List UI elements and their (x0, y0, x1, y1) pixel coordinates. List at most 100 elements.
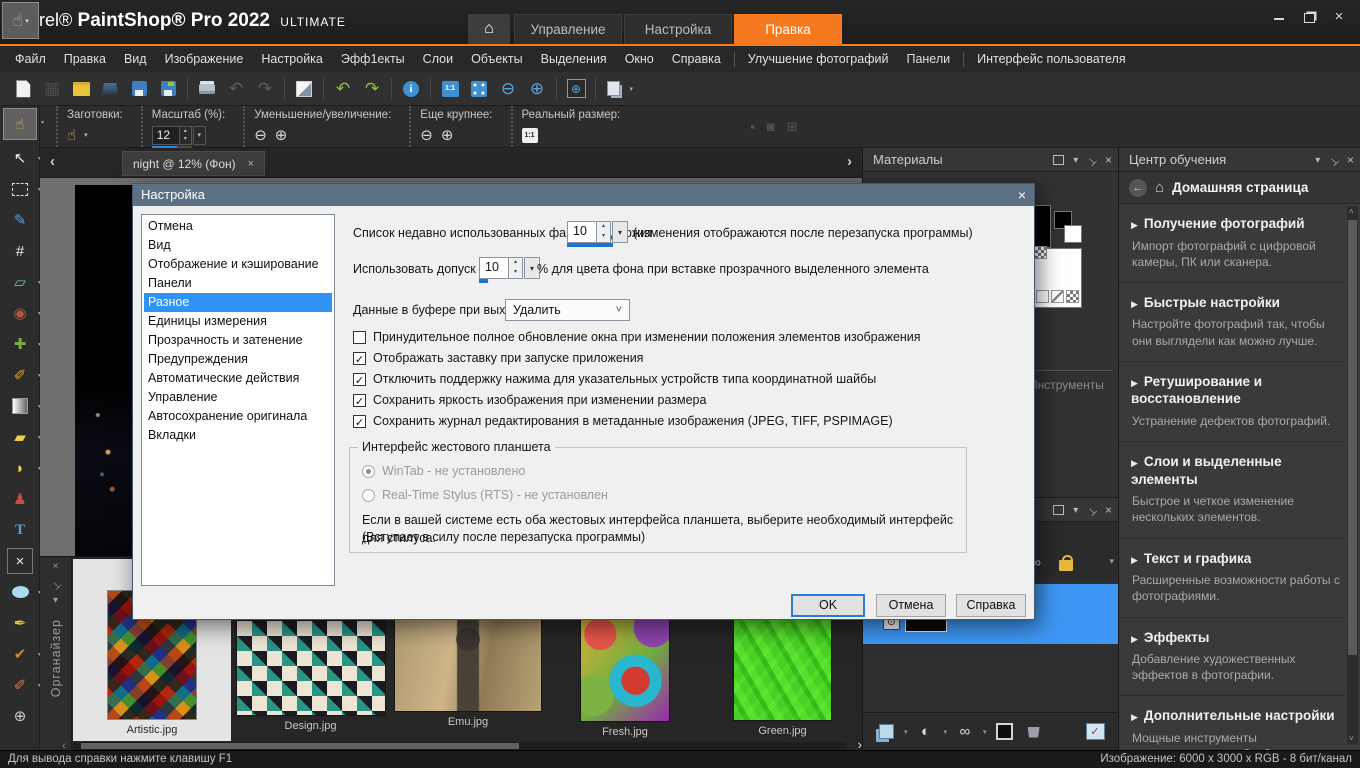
learning-section[interactable]: Ретуширование и восстановление Устранени… (1119, 362, 1346, 442)
checkbox[interactable] (353, 352, 366, 365)
save-button[interactable] (126, 76, 152, 102)
checkbox[interactable] (353, 394, 366, 407)
back-button[interactable] (1129, 179, 1147, 197)
category-item[interactable]: Вкладки (144, 426, 332, 445)
open-file-button[interactable] (68, 76, 94, 102)
category-item[interactable]: Единицы измерения (144, 312, 332, 331)
menu-item[interactable]: Изображение (156, 46, 253, 72)
eraser-tool[interactable]: ▰ (7, 424, 33, 450)
menu-item[interactable]: Настройка (252, 46, 332, 72)
menu-item[interactable]: Слои (414, 46, 462, 72)
tab-scroll-left-icon[interactable] (50, 153, 55, 170)
fit-to-window-button[interactable] (466, 76, 492, 102)
float-panel-icon[interactable] (1053, 505, 1064, 515)
redo-button[interactable]: ↷ (359, 76, 385, 102)
save-as-button[interactable] (155, 76, 181, 102)
menu-item[interactable]: Выделения (532, 46, 616, 72)
checkbox-row[interactable]: Отключить поддержку нажима для указатель… (353, 371, 921, 387)
print-button[interactable] (194, 76, 220, 102)
screenshot-button[interactable]: ▦ (39, 76, 65, 102)
minimize-icon[interactable] (1272, 10, 1286, 24)
callout-tool[interactable] (7, 579, 33, 605)
background-swatch-small[interactable] (1064, 225, 1082, 243)
restore-icon[interactable] (1302, 10, 1316, 24)
zoom-value[interactable]: 12 (152, 126, 180, 145)
makeover-tool[interactable]: ✚ (7, 331, 33, 357)
spinner-value[interactable]: 10 (479, 257, 509, 279)
spinner-value[interactable]: 10 (567, 221, 597, 243)
menu-item[interactable]: Файл (6, 46, 55, 72)
actual-size-button[interactable] (437, 76, 463, 102)
menu-item[interactable]: Панели (897, 46, 959, 72)
pan-preset-icon[interactable]: ☝ (67, 126, 76, 144)
workspace-tab[interactable]: Правка (734, 14, 842, 44)
scroll-up-icon[interactable] (1349, 207, 1354, 216)
document-tab[interactable]: night @ 12% (Фон) (122, 151, 265, 176)
category-item[interactable]: Панели (144, 274, 332, 293)
menu-item[interactable]: Эфф1екты (332, 46, 414, 72)
menu-item[interactable]: Правка (55, 46, 115, 72)
zoom-spinner[interactable]: 12 ▴▾ ▾ (152, 126, 206, 145)
organizer-close-icon[interactable] (53, 562, 59, 572)
thumbnail-image[interactable] (734, 617, 831, 720)
red-eye-tool[interactable]: ◉ (7, 300, 33, 326)
radio-selected-icon[interactable] (362, 465, 375, 478)
pin-panel-icon[interactable] (1087, 505, 1096, 516)
gradient-chip[interactable] (1051, 290, 1064, 303)
open-image-night[interactable] (75, 185, 135, 556)
checkbox-row[interactable]: Сохранить яркость изображения при измене… (353, 392, 921, 408)
category-item[interactable]: Управление (144, 388, 332, 407)
mesh-warp-tool[interactable]: × (7, 548, 33, 574)
panel-menu-icon[interactable] (1073, 155, 1078, 166)
transparent-chip[interactable] (1066, 290, 1079, 303)
learning-section[interactable]: Получение фотографий Импорт фотографий с… (1119, 204, 1346, 283)
category-item[interactable]: Разное (144, 293, 332, 312)
checkbox-row[interactable]: Принудительное полное обновление окна пр… (353, 329, 921, 345)
panel-menu-icon[interactable] (1315, 155, 1320, 166)
thumbnail-image[interactable] (237, 621, 385, 715)
picture-tube-tool[interactable]: ✔ (7, 641, 33, 667)
close-panel-icon[interactable] (1105, 153, 1112, 167)
group-layer-button[interactable] (994, 721, 1016, 743)
tolerance-spinner[interactable]: 10 ▴▾ ▾ (479, 257, 540, 279)
organizer-scrollbar-thumb[interactable] (81, 743, 519, 749)
layers-row-dropdown-icon[interactable] (1109, 556, 1114, 567)
workspace-tab[interactable]: Настройка (624, 14, 732, 44)
pin-panel-icon[interactable] (1087, 155, 1096, 166)
learning-section[interactable]: Эффекты Добавление художественных эффект… (1119, 618, 1346, 697)
crop-tool[interactable]: # (7, 238, 33, 264)
pick-tool[interactable]: ↖ (7, 145, 33, 171)
home-icon[interactable] (1155, 179, 1164, 196)
scroll-down-icon[interactable] (1349, 734, 1354, 743)
pan-tool[interactable]: ☝ (3, 108, 37, 140)
lock-layer-icon[interactable] (1059, 560, 1073, 571)
category-item[interactable]: Прозрачность и затенение (144, 331, 332, 350)
dialog-title-bar[interactable]: Настройка (133, 184, 1034, 206)
float-panel-icon[interactable] (1053, 155, 1064, 165)
add-tool-button[interactable]: ⊕ (7, 703, 33, 729)
checkbox[interactable] (353, 415, 366, 428)
mask-dropdown-icon[interactable]: ▾ (983, 728, 987, 736)
category-item[interactable]: Отмена (144, 217, 332, 236)
paint-brush-tool[interactable]: ✐ (7, 362, 33, 388)
menu-item[interactable]: Справка (663, 46, 730, 72)
zoom-in-button[interactable]: ⊕ (524, 76, 550, 102)
tab-scroll-right-icon[interactable] (847, 153, 852, 170)
help-button[interactable]: Справка (956, 594, 1026, 617)
clone-stamp-tool[interactable]: ♟ (7, 486, 33, 512)
spinner-dropdown-icon[interactable]: ▾ (612, 221, 628, 243)
ok-button[interactable]: OK (791, 594, 865, 617)
workspace-tab[interactable]: Управление (514, 14, 622, 44)
learning-scrollbar[interactable] (1347, 206, 1358, 744)
thumbnail-image[interactable] (581, 615, 669, 721)
recent-files-spinner[interactable]: 10 ▴▾ ▾ (567, 221, 628, 243)
style-chip[interactable] (1036, 290, 1049, 303)
category-item[interactable]: Отображение и кэширование (144, 255, 332, 274)
checkbox[interactable] (353, 373, 366, 386)
pin-panel-icon[interactable] (1329, 155, 1338, 166)
background-eraser-tool[interactable]: ◗ (7, 455, 33, 481)
selection-tool[interactable] (7, 176, 33, 202)
learning-section[interactable]: Быстрые настройки Настройте фотографий т… (1119, 283, 1346, 362)
airbrush-tool[interactable]: ✐ (7, 672, 33, 698)
radio-unselected-icon[interactable] (362, 489, 375, 502)
